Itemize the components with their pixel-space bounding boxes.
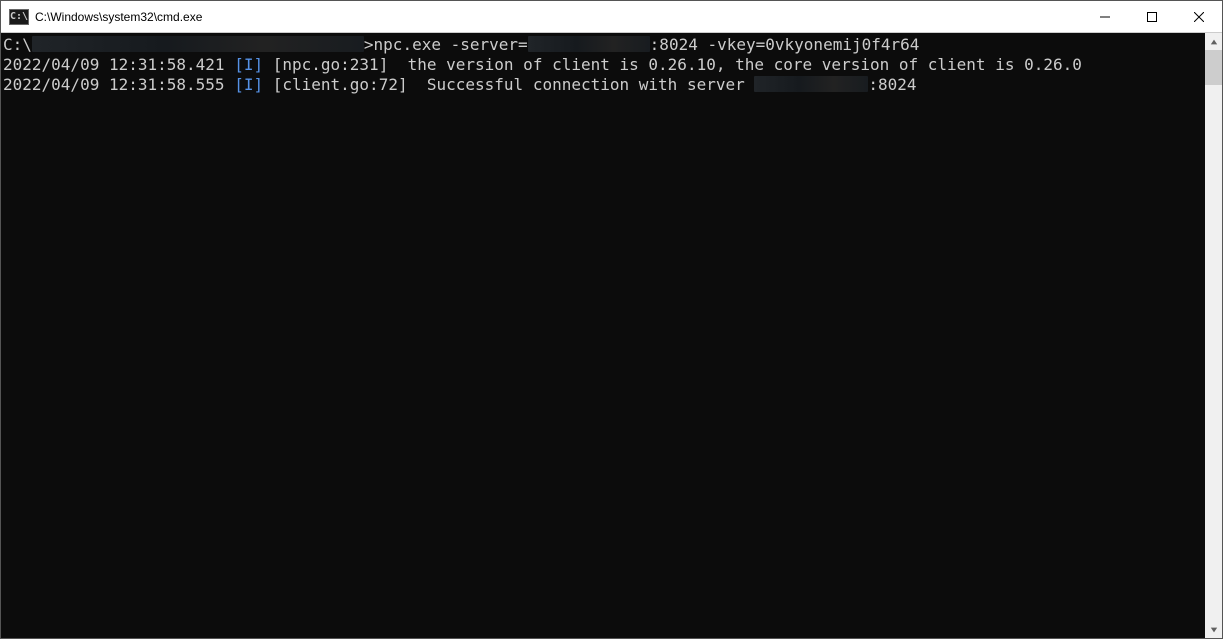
scroll-track[interactable] bbox=[1205, 50, 1222, 621]
log-level-tag: [I] bbox=[234, 55, 263, 74]
scroll-up-button[interactable] bbox=[1205, 33, 1222, 50]
title-bar[interactable]: C:\ C:\Windows\system32\cmd.exe bbox=[1, 1, 1222, 33]
terminal-line: 2022/04/09 12:31:58.421 [I] [npc.go:231]… bbox=[3, 55, 1205, 75]
vertical-scrollbar[interactable] bbox=[1205, 33, 1222, 638]
minimize-button[interactable] bbox=[1081, 1, 1128, 32]
cmd-window: C:\ C:\Windows\system32\cmd.exe C:\>npc.… bbox=[0, 0, 1223, 639]
content-area: C:\>npc.exe -server=:8024 -vkey=0vkyonem… bbox=[1, 33, 1222, 638]
redacted-path bbox=[32, 36, 364, 52]
scroll-thumb[interactable] bbox=[1205, 50, 1222, 85]
window-title: C:\Windows\system32\cmd.exe bbox=[35, 10, 202, 24]
terminal-line: C:\>npc.exe -server=:8024 -vkey=0vkyonem… bbox=[3, 35, 1205, 55]
log-level-tag: [I] bbox=[234, 75, 263, 94]
redacted-ip bbox=[528, 36, 650, 52]
close-button[interactable] bbox=[1175, 1, 1222, 32]
maximize-button[interactable] bbox=[1128, 1, 1175, 32]
terminal-output[interactable]: C:\>npc.exe -server=:8024 -vkey=0vkyonem… bbox=[1, 33, 1205, 638]
redacted-ip bbox=[754, 76, 868, 92]
scroll-down-button[interactable] bbox=[1205, 621, 1222, 638]
app-icon: C:\ bbox=[9, 9, 29, 25]
terminal-line: 2022/04/09 12:31:58.555 [I] [client.go:7… bbox=[3, 75, 1205, 95]
